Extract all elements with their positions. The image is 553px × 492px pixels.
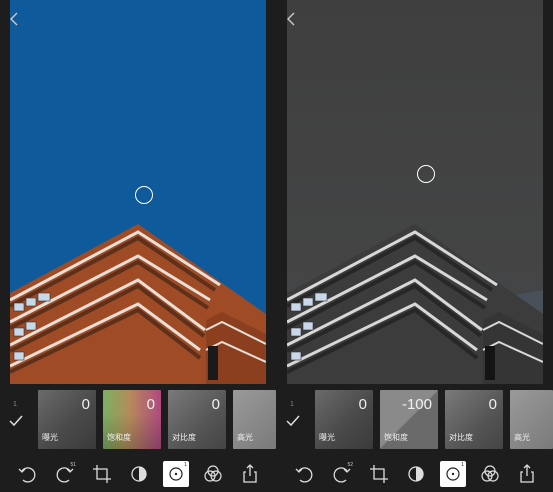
step-number: 1 xyxy=(290,401,294,408)
undo-icon[interactable] xyxy=(14,461,40,487)
history-icon[interactable]: 52 xyxy=(329,461,355,487)
history-count: 51 xyxy=(70,462,76,468)
saturation-value: -100 xyxy=(401,396,432,413)
exposure-tile[interactable]: 0 曝光 xyxy=(315,390,373,449)
back-icon[interactable] xyxy=(6,10,22,28)
crop-icon[interactable] xyxy=(366,461,392,487)
exposure-value: 0 xyxy=(358,396,367,413)
check-icon[interactable] xyxy=(8,414,24,428)
exposure-tile[interactable]: 0 曝光 xyxy=(38,390,96,449)
bottom-toolbar: 52 1 xyxy=(277,456,553,492)
history-icon[interactable]: 51 xyxy=(52,461,78,487)
bottom-toolbar: 51 1 xyxy=(0,456,276,492)
contrast-tile[interactable]: 0 对比度 xyxy=(168,390,226,449)
photo-canvas[interactable] xyxy=(10,0,266,384)
share-icon[interactable] xyxy=(514,461,540,487)
share-icon[interactable] xyxy=(237,461,263,487)
history-count: 52 xyxy=(347,462,353,468)
exposure-label: 曝光 xyxy=(319,433,335,442)
highlights-tile[interactable]: 高光 xyxy=(510,390,553,449)
selective-icon[interactable]: 1 xyxy=(440,461,466,487)
building-photo xyxy=(287,0,543,384)
tone-icon[interactable] xyxy=(126,461,152,487)
saturation-tile[interactable]: 0 饱和度 xyxy=(103,390,161,449)
adjustment-panel: 1 0 曝光 -100 饱和度 0 对比度 高光 xyxy=(277,384,553,454)
crop-icon[interactable] xyxy=(89,461,115,487)
saturation-label: 饱和度 xyxy=(384,433,408,442)
contrast-label: 对比度 xyxy=(172,433,196,442)
tone-icon[interactable] xyxy=(403,461,429,487)
filter-icon[interactable] xyxy=(477,461,503,487)
highlights-tile[interactable]: 高光 xyxy=(233,390,276,449)
filter-icon[interactable] xyxy=(200,461,226,487)
saturation-label: 饱和度 xyxy=(107,433,131,442)
check-icon[interactable] xyxy=(285,414,301,428)
step-number: 1 xyxy=(13,401,17,408)
contrast-value: 0 xyxy=(211,396,220,413)
back-icon[interactable] xyxy=(283,10,299,28)
exposure-value: 0 xyxy=(81,396,90,413)
contrast-label: 对比度 xyxy=(449,433,473,442)
saturation-tile[interactable]: -100 饱和度 xyxy=(380,390,438,449)
highlights-label: 高光 xyxy=(237,433,253,442)
selective-count: 1 xyxy=(461,462,464,468)
selective-icon[interactable]: 1 xyxy=(163,461,189,487)
selective-count: 1 xyxy=(184,462,187,468)
selective-focus-point[interactable] xyxy=(135,186,153,204)
editor-screen-original: 1 0 曝光 0 饱和度 0 对比度 高光 51 1 xyxy=(0,0,276,492)
undo-icon[interactable] xyxy=(291,461,317,487)
editor-screen-desaturated: 1 0 曝光 -100 饱和度 0 对比度 高光 52 1 xyxy=(277,0,553,492)
photo-canvas[interactable] xyxy=(287,0,543,384)
contrast-value: 0 xyxy=(488,396,497,413)
adjustment-panel: 1 0 曝光 0 饱和度 0 对比度 高光 xyxy=(0,384,276,454)
saturation-value: 0 xyxy=(146,396,155,413)
selective-focus-point[interactable] xyxy=(417,165,435,183)
exposure-label: 曝光 xyxy=(42,433,58,442)
contrast-tile[interactable]: 0 对比度 xyxy=(445,390,503,449)
highlights-label: 高光 xyxy=(514,433,530,442)
